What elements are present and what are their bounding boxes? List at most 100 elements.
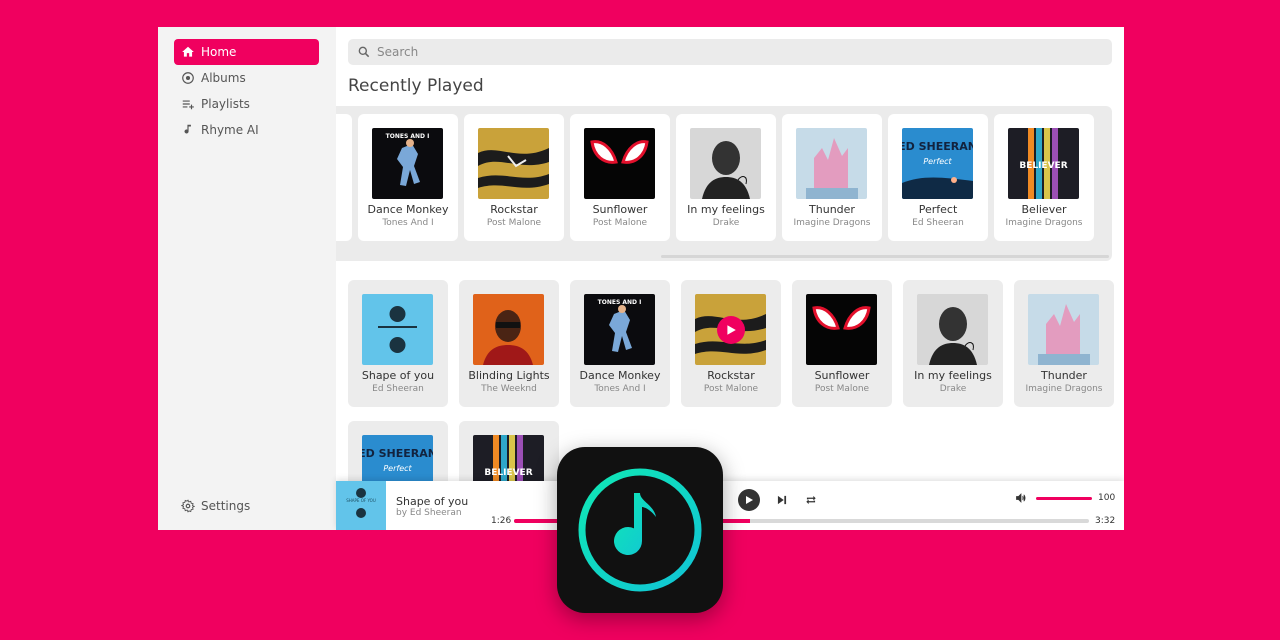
playlist-add-icon [181,97,195,111]
svg-text:ED SHEERAN: ED SHEERAN [362,447,433,460]
song-artist: Tones And I [382,218,434,228]
album-cover [584,128,655,199]
play-button[interactable] [738,489,760,511]
song-title: Dance Monkey [367,203,449,216]
album-cover [917,294,988,365]
play-icon [746,496,753,504]
next-button[interactable] [774,492,790,508]
song-artist: Ed Sheeran [372,384,424,394]
album-cover [695,294,766,365]
duration-time: 3:32 [1095,516,1116,526]
home-icon [181,45,195,59]
elapsed-time: 1:26 [491,516,512,526]
repeat-button[interactable] [803,492,819,508]
song-artist: Tones And I [594,384,646,394]
sidebar-item-label: Playlists [201,97,250,111]
volume-icon [1016,493,1026,503]
song-title: Thunder [1041,369,1087,382]
song-card[interactable]: TONES AND I Dance Monkey Tones And I [358,114,458,241]
app-logo-icon [557,447,723,613]
now-playing-title: Shape of you [396,495,469,508]
volume-fill [1036,497,1092,500]
song-title: In my feelings [914,369,992,382]
album-icon [181,71,195,85]
svg-text:ED SHEERAN: ED SHEERAN [902,140,973,153]
recently-played-strip[interactable]: TONES AND I Dance Monkey Tones And I Rockst… [336,106,1112,261]
song-card[interactable]: Sunflower Post Malone [792,280,892,407]
song-title: Shape of you [361,369,435,382]
song-card[interactable]: TONES AND I Dance Monkey Tones And I [570,280,670,407]
song-artist: Imagine Dragons [1005,218,1083,228]
song-card[interactable]: Sunflower Post Malone [570,114,670,241]
song-card[interactable]: Shape of you Ed Sheeran [348,280,448,407]
search-icon [357,45,371,59]
music-note-icon [181,123,195,137]
play-icon [727,325,736,335]
sidebar-item-albums[interactable]: Albums [174,65,319,91]
song-title: Sunflower [814,369,870,382]
song-artist: Ed Sheeran [912,218,964,228]
album-cover [796,128,867,199]
sidebar-item-label: Rhyme AI [201,123,259,137]
song-title: Thunder [809,203,855,216]
album-cover [1028,294,1099,365]
song-artist: Post Malone [703,384,759,394]
svg-text:Perfect: Perfect [383,464,412,473]
song-title: Perfect [918,203,958,216]
album-cover [690,128,761,199]
song-card[interactable]: In my feelings Drake [903,280,1003,407]
now-playing-cover[interactable]: SHAPE OF YOU [336,481,386,530]
song-artist: Drake [939,384,967,394]
volume-button[interactable] [1014,491,1028,505]
svg-text:BELIEVER: BELIEVER [484,468,532,478]
volume-value: 100 [1098,493,1116,503]
now-playing-artist: by Ed Sheeran [396,508,462,518]
sidebar-item-label: Home [201,45,237,59]
album-cover: TONES AND I [584,294,655,365]
song-title: Blinding Lights [468,369,550,382]
song-card[interactable]: BELIEVER Believer Imagine Dragons [994,114,1094,241]
album-cover: ED SHEERAN Perfect [902,128,973,199]
song-card[interactable]: In my feelings Drake [676,114,776,241]
song-title: Believer [1021,203,1067,216]
album-cover [806,294,877,365]
song-card[interactable] [336,114,352,241]
gear-icon [181,499,195,513]
album-cover: TONES AND I [372,128,443,199]
song-card[interactable]: Thunder Imagine Dragons [1014,280,1114,407]
song-artist: The Weeknd [481,384,537,394]
play-overlay-button[interactable] [717,316,745,344]
album-cover [336,128,337,199]
repeat-icon [806,495,816,505]
volume-slider[interactable] [1036,497,1092,500]
player-bar: SHAPE OF YOU Shape of you by Ed Sheeran … [336,481,1124,530]
song-artist: Post Malone [486,218,542,228]
song-artist: Post Malone [592,218,648,228]
sidebar-item-label: Albums [201,71,246,85]
album-cover [473,294,544,365]
sidebar-item-home[interactable]: Home [174,39,319,65]
album-cover [478,128,549,199]
album-cover [362,294,433,365]
svg-text:SHAPE OF YOU: SHAPE OF YOU [346,498,376,503]
skip-next-icon [777,495,787,505]
search-input[interactable]: Search [348,39,1112,65]
horizontal-scrollbar[interactable] [661,255,1109,258]
song-title: Rockstar [490,203,538,216]
song-card[interactable]: Rockstar Post Malone [464,114,564,241]
sidebar-item-playlists[interactable]: Playlists [174,91,319,117]
song-title: Dance Monkey [579,369,661,382]
song-card[interactable]: Rockstar Post Malone [681,280,781,407]
svg-text:Perfect: Perfect [923,157,952,166]
svg-text:BELIEVER: BELIEVER [1019,161,1067,171]
song-card[interactable]: Blinding Lights The Weeknd [459,280,559,407]
song-card[interactable]: ED SHEERAN Perfect Perfect Ed Sheeran [888,114,988,241]
svg-text:TONES AND I: TONES AND I [598,299,642,306]
search-placeholder: Search [377,45,419,59]
sidebar: Home Albums Playlists Rhyme AI Settings [158,27,336,530]
song-title: In my feelings [687,203,765,216]
sidebar-item-rhyme-ai[interactable]: Rhyme AI [174,117,319,143]
settings-button[interactable]: Settings [174,493,319,519]
song-artist: Post Malone [814,384,870,394]
song-card[interactable]: Thunder Imagine Dragons [782,114,882,241]
